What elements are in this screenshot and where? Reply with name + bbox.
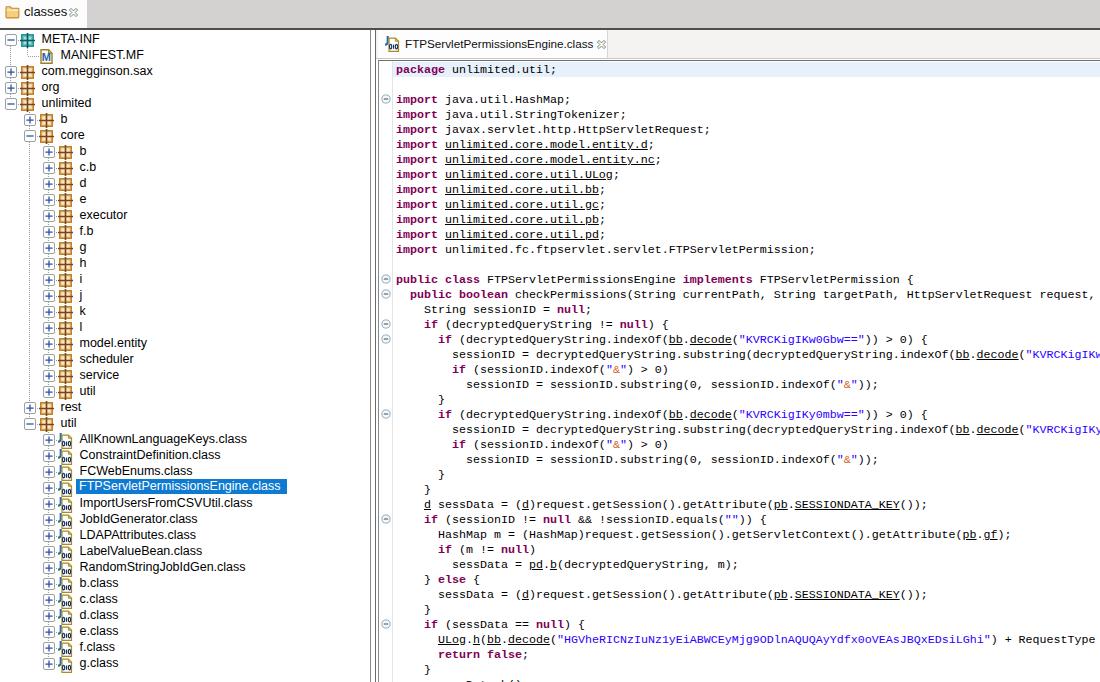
svg-text:M: M [42,51,51,63]
